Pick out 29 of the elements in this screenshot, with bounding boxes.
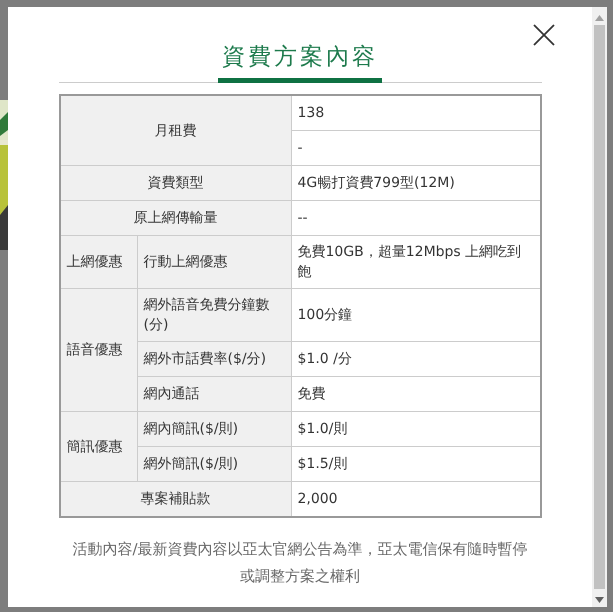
value-cell: $1.0/則 <box>291 412 540 446</box>
value-cell: 4G暢打資費799型(12M) <box>291 166 540 200</box>
value-cell: 2,000 <box>291 482 540 517</box>
value-cell: -- <box>291 200 540 236</box>
label-cell: 網內通話 <box>137 376 291 412</box>
label-cell: 網外語音免費分鐘數(分) <box>137 288 291 342</box>
label-cell: 簡訊優惠 <box>60 412 137 482</box>
scrollbar[interactable] <box>592 7 607 607</box>
label-cell: 網外市話費率($/分) <box>137 342 291 376</box>
dialog-title: 資費方案內容 <box>218 41 382 83</box>
label-cell: 資費類型 <box>60 166 291 200</box>
value-cell: 免費10GB，超量12Mbps 上網吃到飽 <box>291 236 540 288</box>
disclaimer-text: 活動內容/最新資費內容以亞太官網公告為準，亞太電信保有隨時暫停或調整方案之權利 <box>71 539 529 587</box>
scroll-down-icon[interactable] <box>595 597 604 603</box>
label-cell: 原上網傳輸量 <box>60 200 291 236</box>
label-cell: 語音優惠 <box>60 288 137 412</box>
value-cell: 138 <box>291 95 540 130</box>
label-cell: 網外簡訊($/則) <box>137 446 291 482</box>
value-cell: - <box>291 130 540 166</box>
label-cell: 上網優惠 <box>60 236 137 288</box>
label-cell: 網內簡訊($/則) <box>137 412 291 446</box>
value-cell: 免費 <box>291 376 540 412</box>
value-cell: 100分鐘 <box>291 288 540 342</box>
label-cell: 行動上網優惠 <box>137 236 291 288</box>
value-cell: $1.0 /分 <box>291 342 540 376</box>
value-cell: $1.5/則 <box>291 446 540 482</box>
label-cell: 專案補貼款 <box>60 482 291 517</box>
label-cell: 月租費 <box>60 95 291 166</box>
close-button[interactable] <box>532 23 556 47</box>
